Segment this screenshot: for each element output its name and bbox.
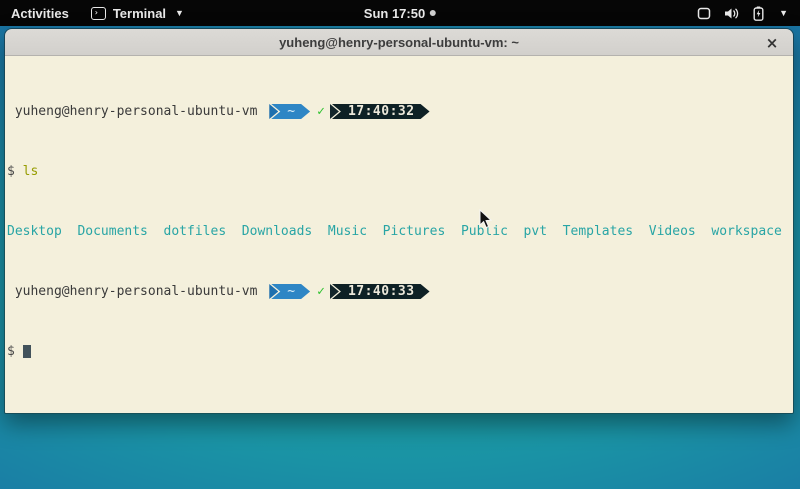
prompt-line-1: yuheng@henry-personal-ubuntu-vm ~ ✓ 17:4… xyxy=(7,104,791,119)
battery-charging-icon xyxy=(753,6,764,21)
prompt-line-2: yuheng@henry-personal-ubuntu-vm ~ ✓ 17:4… xyxy=(7,284,791,299)
app-menu-label: Terminal xyxy=(113,6,166,21)
chevron-down-icon: ▼ xyxy=(175,8,184,18)
mouse-pointer-icon xyxy=(479,209,493,230)
notification-dot xyxy=(430,10,436,16)
screen-indicator-icon xyxy=(697,7,711,20)
status-check-icon: ✓ xyxy=(317,104,325,119)
ls-output-line: Desktop Documents dotfiles Downloads Music Pi… xyxy=(7,224,791,239)
directory-item: Downloads xyxy=(242,224,312,239)
app-menu-terminal[interactable]: › Terminal ▼ xyxy=(80,0,195,26)
prompt-time-segment: 17:40:33 xyxy=(332,284,430,299)
terminal-content[interactable]: yuheng@henry-personal-ubuntu-vm ~ ✓ 17:4… xyxy=(5,56,793,413)
command-line-current[interactable]: $ xyxy=(7,344,791,359)
directory-item: Desktop xyxy=(7,224,62,239)
directory-item: Documents xyxy=(77,224,147,239)
command-text: ls xyxy=(23,164,39,179)
directory-item: Templates xyxy=(563,224,633,239)
prompt-symbol: $ xyxy=(7,344,15,359)
directory-item: workspace xyxy=(711,224,781,239)
system-menu-caret-icon: ▼ xyxy=(779,8,788,18)
prompt-symbol: $ xyxy=(7,164,15,179)
status-check-icon: ✓ xyxy=(317,284,325,299)
clock-button[interactable]: Sun 17:50 xyxy=(354,0,446,26)
prompt-time-segment: 17:40:32 xyxy=(332,104,430,119)
terminal-window: yuheng@henry-personal-ubuntu-vm: ~ × yuh… xyxy=(4,28,794,414)
command-line-1: $ ls xyxy=(7,164,791,179)
clock-label: Sun 17:50 xyxy=(364,6,425,21)
volume-icon xyxy=(724,7,740,20)
window-titlebar[interactable]: yuheng@henry-personal-ubuntu-vm: ~ × xyxy=(5,29,793,56)
window-title: yuheng@henry-personal-ubuntu-vm: ~ xyxy=(279,35,519,50)
prompt-user-host: yuheng@henry-personal-ubuntu-vm xyxy=(7,284,265,299)
terminal-app-icon: › xyxy=(91,7,106,20)
prompt-user-host: yuheng@henry-personal-ubuntu-vm xyxy=(7,104,265,119)
directory-item: dotfiles xyxy=(164,224,227,239)
terminal-cursor xyxy=(23,345,31,358)
directory-item: Videos xyxy=(649,224,696,239)
activities-button[interactable]: Activities xyxy=(0,0,80,26)
desktop: Activities › Terminal ▼ Sun 17:50 xyxy=(0,0,800,489)
close-button[interactable]: × xyxy=(761,29,783,56)
directory-item: pvt xyxy=(524,224,547,239)
system-tray[interactable]: ▼ xyxy=(689,0,796,26)
directory-item: Pictures xyxy=(383,224,446,239)
directory-item: Music xyxy=(328,224,367,239)
top-bar: Activities › Terminal ▼ Sun 17:50 xyxy=(0,0,800,26)
